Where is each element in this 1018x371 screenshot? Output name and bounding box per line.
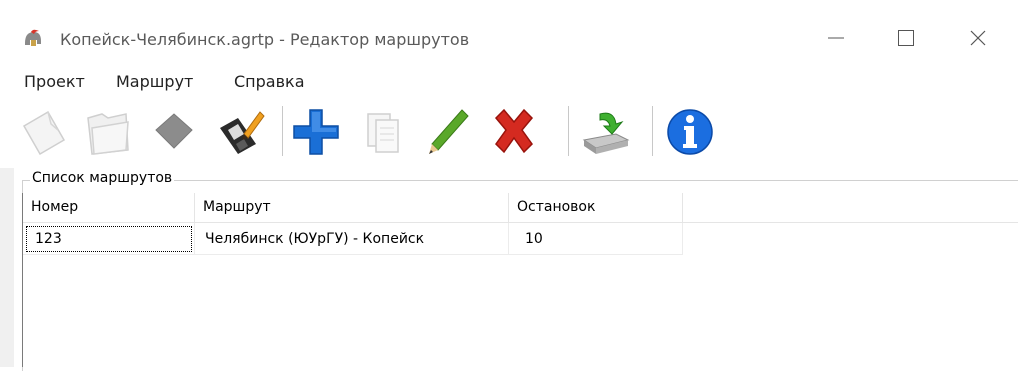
- column-header-filler: [683, 193, 1018, 223]
- helmet-icon: [22, 28, 44, 50]
- column-header-number[interactable]: Номер: [23, 193, 195, 223]
- menu-route[interactable]: Маршрут: [116, 72, 193, 91]
- menu-project[interactable]: Проект: [24, 72, 85, 91]
- stop-icon: [155, 113, 193, 149]
- delete-icon: [494, 108, 534, 154]
- save-edit-icon: [220, 111, 265, 154]
- table-row[interactable]: 123 Челябинск (ЮУрГУ) - Копейск 10: [23, 223, 683, 255]
- open-button[interactable]: [82, 104, 134, 160]
- menu-bar: Проект Маршрут Справка: [0, 66, 1018, 96]
- column-header-stops[interactable]: Остановок: [509, 193, 683, 223]
- copy-route-button[interactable]: [356, 104, 408, 160]
- menu-help[interactable]: Справка: [234, 72, 305, 91]
- window-title: Копейск-Челябинск.agrtp - Редактор маршр…: [60, 30, 470, 49]
- minimize-button[interactable]: [806, 16, 866, 60]
- toolbar-separator: [282, 106, 284, 156]
- info-icon: [667, 109, 713, 155]
- minimize-icon: [828, 37, 844, 39]
- routes-list[interactable]: Номер Маршрут Остановок 123 Челябинск (Ю…: [22, 193, 1018, 367]
- delete-route-button[interactable]: [488, 104, 540, 160]
- toolbar-separator: [568, 106, 570, 156]
- cell-stops[interactable]: 10: [509, 223, 683, 255]
- new-button[interactable]: [18, 104, 70, 160]
- close-icon: [970, 30, 986, 46]
- cell-number[interactable]: 123: [23, 223, 195, 255]
- maximize-icon: [898, 30, 914, 46]
- import-icon: [582, 112, 630, 154]
- import-button[interactable]: [580, 104, 632, 160]
- column-header-route[interactable]: Маршрут: [195, 193, 509, 223]
- add-route-button[interactable]: [290, 104, 342, 160]
- title-bar[interactable]: Копейск-Челябинск.agrtp - Редактор маршр…: [0, 0, 1018, 66]
- stop-button[interactable]: [148, 104, 200, 160]
- save-button[interactable]: [214, 104, 266, 160]
- copy-icon: [367, 113, 399, 153]
- maximize-button[interactable]: [876, 16, 936, 60]
- edit-pencil-icon: [429, 109, 469, 154]
- list-header: Номер Маршрут Остановок: [23, 193, 1018, 223]
- toolbar-separator: [652, 106, 654, 156]
- about-button[interactable]: [664, 104, 716, 160]
- toolbar: [0, 96, 1018, 168]
- new-file-icon: [22, 110, 66, 156]
- add-icon: [293, 109, 339, 155]
- app-window: Копейск-Челябинск.agrtp - Редактор маршр…: [0, 0, 1018, 371]
- routes-group-title: Список маршрутов: [30, 170, 175, 186]
- cell-route[interactable]: Челябинск (ЮУрГУ) - Копейск: [195, 223, 509, 255]
- edit-route-button[interactable]: [422, 104, 474, 160]
- open-folder-icon: [87, 113, 129, 155]
- close-button[interactable]: [948, 16, 1008, 60]
